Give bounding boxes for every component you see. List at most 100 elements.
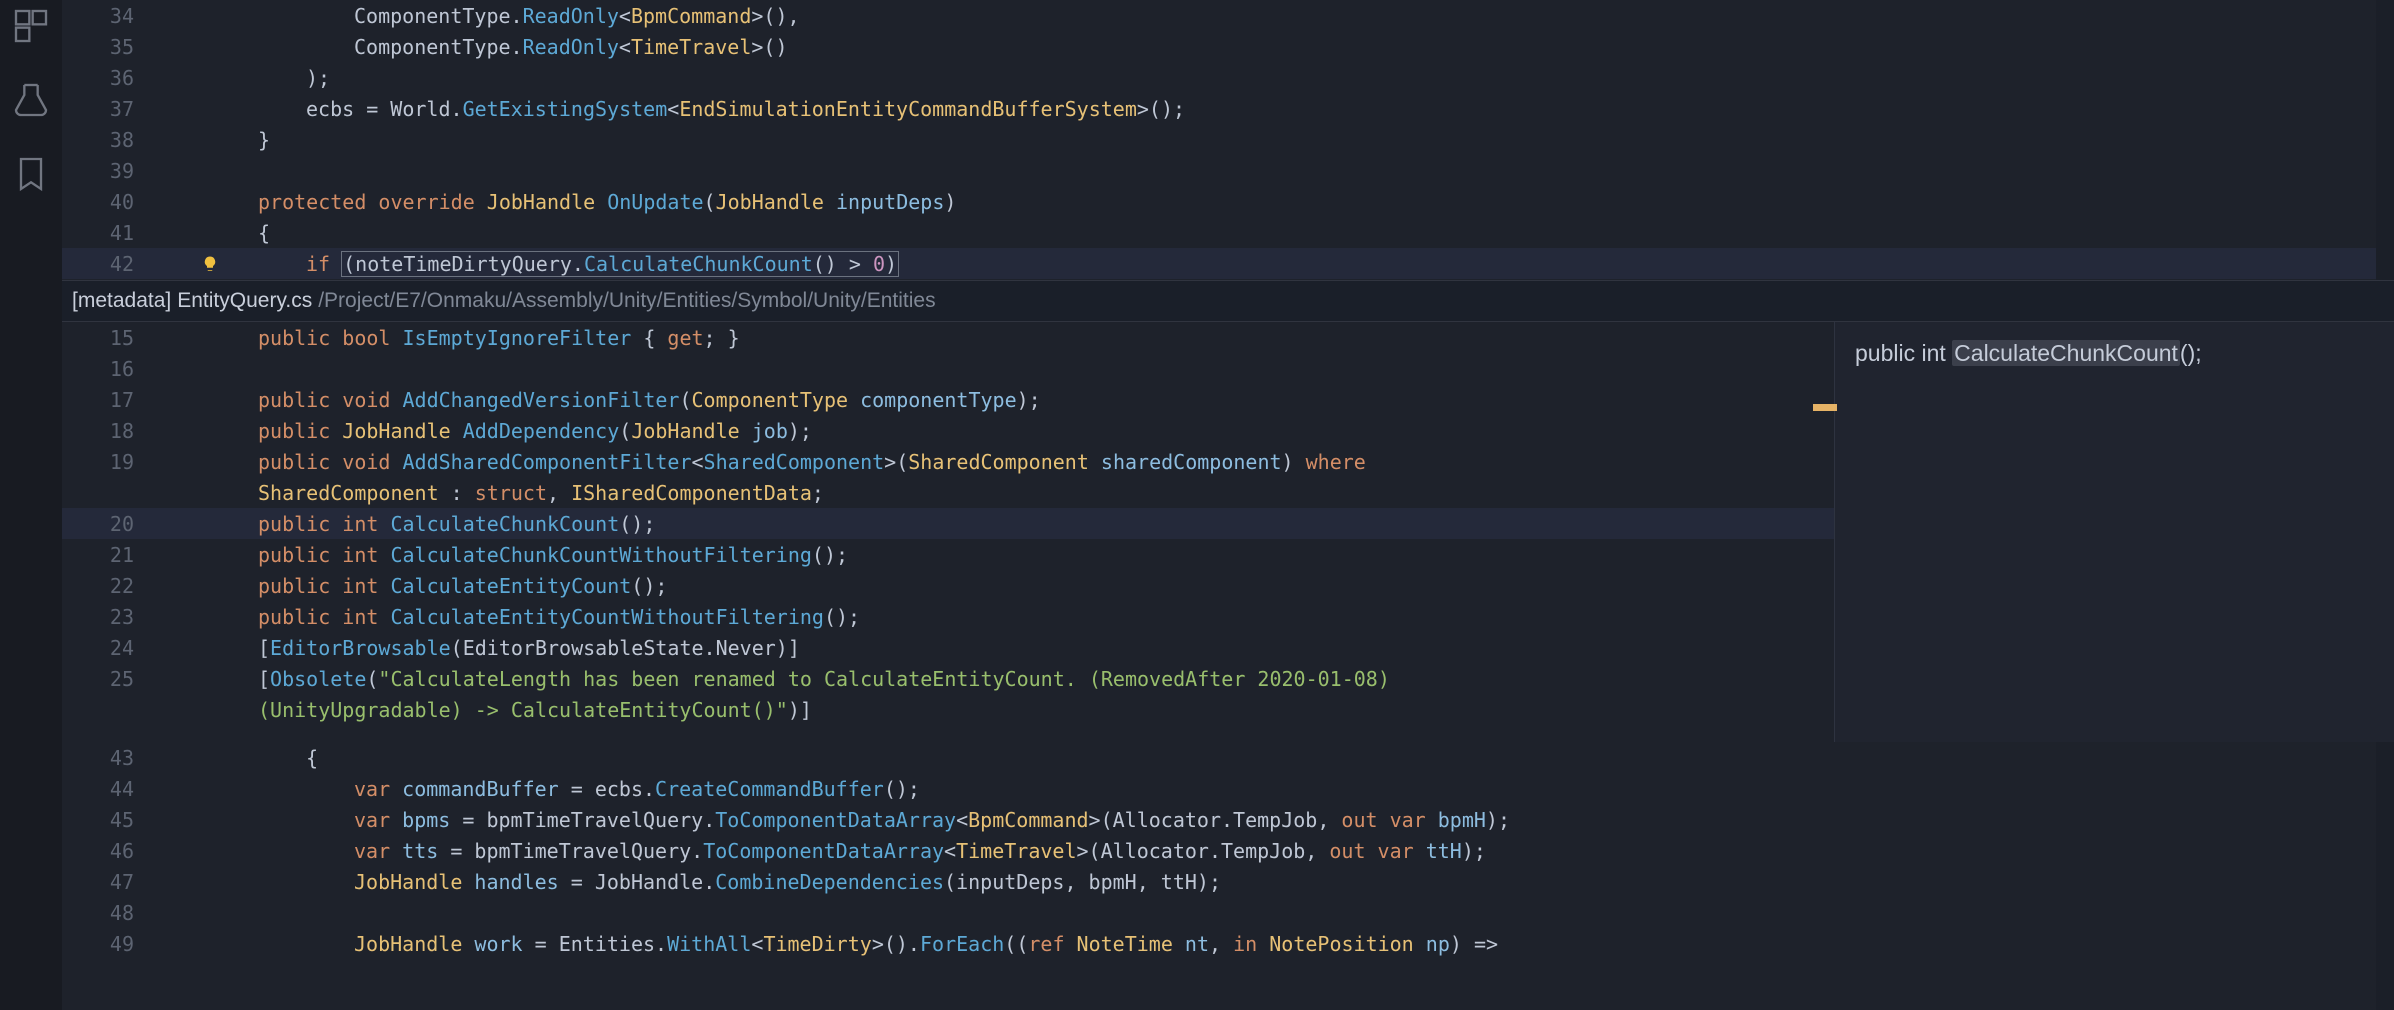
line-number: 37 [62, 97, 162, 121]
code-content: public int CalculateChunkCountWithoutFil… [162, 543, 1834, 567]
code-content: public void AddSharedComponentFilter<Sha… [162, 450, 1834, 474]
code-line[interactable]: 47JobHandle handles = JobHandle.CombineD… [62, 866, 2394, 897]
code-line[interactable]: 41{ [62, 217, 2394, 248]
code-line[interactable]: 36); [62, 62, 2394, 93]
overview-ruler[interactable] [2376, 0, 2394, 280]
editor-group: 34ComponentType.ReadOnly<BpmCommand>(),3… [62, 0, 2394, 1010]
extensions-icon[interactable] [11, 6, 51, 46]
line-number: 44 [62, 777, 162, 801]
code-content: ComponentType.ReadOnly<BpmCommand>(), [162, 4, 2394, 28]
breadcrumb-path: /Project/E7/Onmaku/Assembly/Unity/Entiti… [318, 289, 935, 313]
code-content: var commandBuffer = ecbs.CreateCommandBu… [162, 777, 2394, 801]
code-line[interactable]: 22public int CalculateEntityCount(); [62, 570, 1834, 601]
code-content: } [162, 128, 2394, 152]
code-content: (UnityUpgradable) -> CalculateEntityCoun… [162, 698, 1834, 722]
code-line[interactable]: 35ComponentType.ReadOnly<TimeTravel>() [62, 31, 2394, 62]
peek-breadcrumb[interactable]: [metadata] EntityQuery.cs /Project/E7/On… [62, 280, 2394, 322]
code-line[interactable]: 44var commandBuffer = ecbs.CreateCommand… [62, 773, 2394, 804]
code-content: public bool IsEmptyIgnoreFilter { get; } [162, 326, 1834, 350]
editor-top-pane: 34ComponentType.ReadOnly<BpmCommand>(),3… [62, 0, 2394, 280]
line-number: 21 [62, 543, 162, 567]
line-number: 38 [62, 128, 162, 152]
line-number: 35 [62, 35, 162, 59]
line-number: 20 [62, 512, 162, 536]
line-number: 22 [62, 574, 162, 598]
code-line[interactable]: 17public void AddChangedVersionFilter(Co… [62, 384, 1834, 415]
code-line[interactable]: 42if (noteTimeDirtyQuery.CalculateChunkC… [62, 248, 2394, 279]
overview-ruler[interactable] [2376, 742, 2394, 1010]
peek-hit-suffix: (); [2180, 340, 2202, 366]
code-content: JobHandle handles = JobHandle.CombineDep… [162, 870, 2394, 894]
code-line[interactable]: 38} [62, 124, 2394, 155]
line-number: 41 [62, 221, 162, 245]
code-content: [EditorBrowsable(EditorBrowsableState.Ne… [162, 636, 1834, 660]
line-number: 18 [62, 419, 162, 443]
code-line[interactable]: 16 [62, 353, 1834, 384]
code-content: JobHandle work = Entities.WithAll<TimeDi… [162, 932, 2394, 956]
code-line[interactable]: 15public bool IsEmptyIgnoreFilter { get;… [62, 322, 1834, 353]
line-number: 24 [62, 636, 162, 660]
line-number: 40 [62, 190, 162, 214]
peek-reference-item[interactable]: public int CalculateChunkCount(); [1855, 340, 2374, 367]
code-line[interactable]: 19public void AddSharedComponentFilter<S… [62, 446, 1834, 477]
peek-references-list[interactable]: public int CalculateChunkCount(); [1834, 322, 2394, 742]
line-number: 16 [62, 357, 162, 381]
code-content: public int CalculateEntityCountWithoutFi… [162, 605, 1834, 629]
code-line[interactable]: 49JobHandle work = Entities.WithAll<Time… [62, 928, 2394, 959]
line-number: 36 [62, 66, 162, 90]
line-number: 49 [62, 932, 162, 956]
line-number: 39 [62, 159, 162, 183]
code-area-top[interactable]: 34ComponentType.ReadOnly<BpmCommand>(),3… [62, 0, 2394, 280]
breadcrumb-prefix: [metadata] [72, 289, 171, 313]
code-content: SharedComponent : struct, ISharedCompone… [162, 481, 1834, 505]
code-line[interactable]: 34ComponentType.ReadOnly<BpmCommand>(), [62, 0, 2394, 31]
code-content: if (noteTimeDirtyQuery.CalculateChunkCou… [162, 252, 2394, 276]
code-line[interactable]: (UnityUpgradable) -> CalculateEntityCoun… [62, 694, 1834, 725]
testing-icon[interactable] [11, 80, 51, 120]
code-content: protected override JobHandle OnUpdate(Jo… [162, 190, 2394, 214]
breadcrumb-file: EntityQuery.cs [177, 289, 312, 313]
minimap-mark [1813, 404, 1837, 411]
line-number: 25 [62, 667, 162, 691]
code-area-bottom[interactable]: 43{44var commandBuffer = ecbs.CreateComm… [62, 742, 2394, 1010]
line-number: 23 [62, 605, 162, 629]
code-content: { [162, 746, 2394, 770]
code-content: ecbs = World.GetExistingSystem<EndSimula… [162, 97, 2394, 121]
code-line[interactable]: 48 [62, 897, 2394, 928]
code-content: public int CalculateEntityCount(); [162, 574, 1834, 598]
code-area-peek[interactable]: 15public bool IsEmptyIgnoreFilter { get;… [62, 322, 1834, 742]
code-line[interactable]: SharedComponent : struct, ISharedCompone… [62, 477, 1834, 508]
line-number: 45 [62, 808, 162, 832]
code-content: ComponentType.ReadOnly<TimeTravel>() [162, 35, 2394, 59]
line-number: 42 [62, 252, 162, 276]
peek-hit-prefix: public int [1855, 340, 1952, 366]
line-number: 47 [62, 870, 162, 894]
code-line[interactable]: 39 [62, 155, 2394, 186]
code-line[interactable]: 21public int CalculateChunkCountWithoutF… [62, 539, 1834, 570]
line-number: 46 [62, 839, 162, 863]
line-number: 43 [62, 746, 162, 770]
code-line[interactable]: 20public int CalculateChunkCount(); [62, 508, 1834, 539]
code-line[interactable]: 18public JobHandle AddDependency(JobHand… [62, 415, 1834, 446]
code-line[interactable]: 43{ [62, 742, 2394, 773]
code-line[interactable]: 45var bpms = bpmTimeTravelQuery.ToCompon… [62, 804, 2394, 835]
line-number: 17 [62, 388, 162, 412]
code-content: public JobHandle AddDependency(JobHandle… [162, 419, 1834, 443]
lightbulb-icon[interactable] [190, 248, 230, 279]
code-line[interactable]: 24[EditorBrowsable(EditorBrowsableState.… [62, 632, 1834, 663]
code-line[interactable]: 25[Obsolete("CalculateLength has been re… [62, 663, 1834, 694]
bookmarks-icon[interactable] [11, 154, 51, 194]
code-content: var bpms = bpmTimeTravelQuery.ToComponen… [162, 808, 2394, 832]
code-line[interactable]: 23public int CalculateEntityCountWithout… [62, 601, 1834, 632]
line-number: 48 [62, 901, 162, 925]
code-content: public void AddChangedVersionFilter(Comp… [162, 388, 1834, 412]
peek-hit-match: CalculateChunkCount [1952, 340, 2180, 366]
line-number: 34 [62, 4, 162, 28]
code-line[interactable]: 40protected override JobHandle OnUpdate(… [62, 186, 2394, 217]
code-line[interactable]: 46var tts = bpmTimeTravelQuery.ToCompone… [62, 835, 2394, 866]
code-line[interactable]: 37ecbs = World.GetExistingSystem<EndSimu… [62, 93, 2394, 124]
code-content: ); [162, 66, 2394, 90]
code-content: public int CalculateChunkCount(); [162, 512, 1834, 536]
line-number: 15 [62, 326, 162, 350]
code-content: var tts = bpmTimeTravelQuery.ToComponent… [162, 839, 2394, 863]
